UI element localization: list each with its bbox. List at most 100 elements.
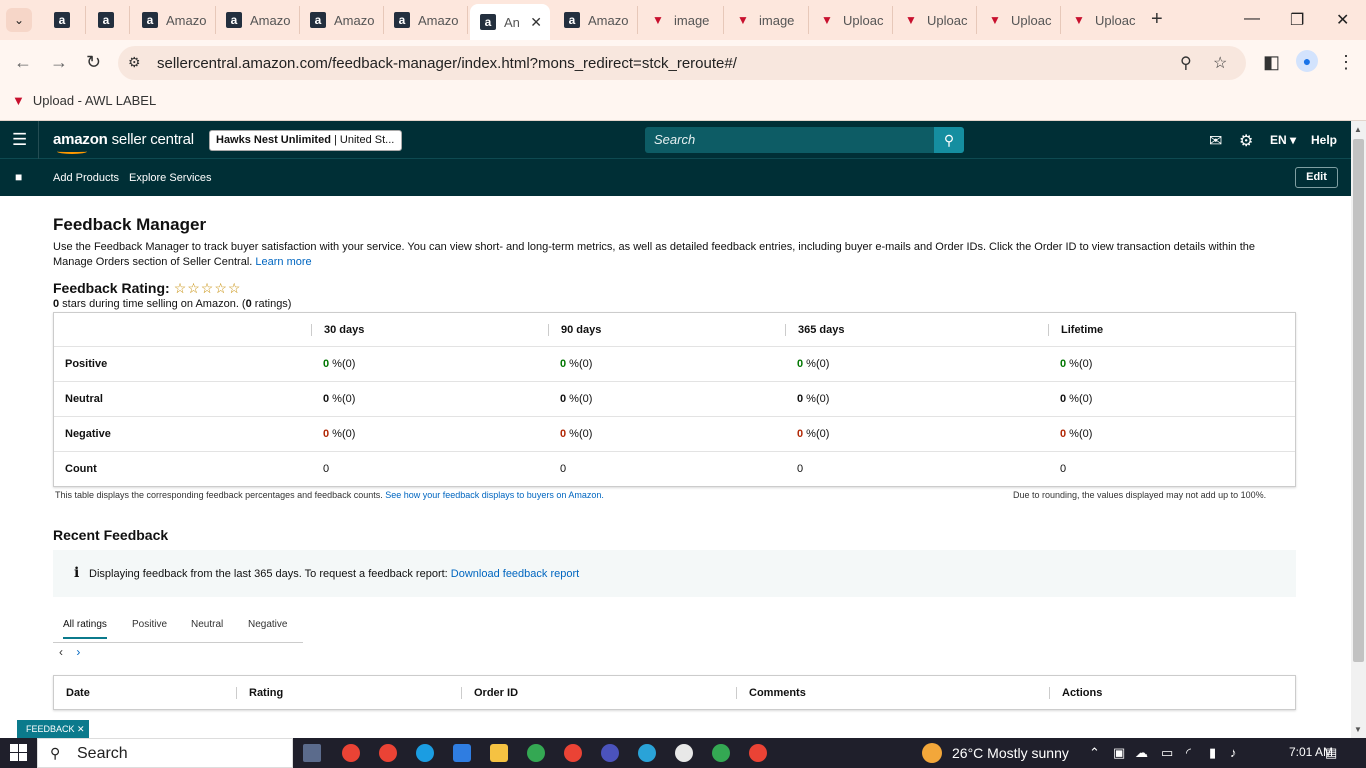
windows-start-icon[interactable] [10,744,27,761]
browser-tab[interactable]: ▼ Uploac [809,6,893,34]
column-header[interactable]: Comments [736,687,806,699]
browser-tab[interactable]: a Amazo [216,6,300,34]
search-input[interactable]: Search [645,127,934,153]
recent-feedback-table-header: Date Rating Order ID Comments Actions [53,675,1296,710]
rating-filter-tabs: All ratings Positive Neutral Negative [53,609,303,643]
table-cell: 0 %(0) [323,358,356,370]
column-header: 365 days [785,324,844,336]
profile-icon[interactable]: ● [1296,50,1318,72]
chrome-icon[interactable] [564,744,582,762]
next-page-icon[interactable]: › [76,645,80,659]
edit-button[interactable]: Edit [1295,167,1338,188]
tab-positive[interactable]: Positive [132,619,167,630]
weather-icon[interactable] [922,743,942,763]
minimize-icon[interactable]: — [1244,10,1260,28]
hamburger-menu-icon[interactable]: ☰ [12,130,27,150]
zoom-icon[interactable]: ⚲ [1180,53,1192,73]
browser-tab[interactable]: a Amazo [300,6,384,34]
browser-tab[interactable]: ▼ Uploac [977,6,1061,34]
scroll-up-icon[interactable]: ▲ [1354,125,1362,134]
browser-tab[interactable]: a Amazo [384,6,468,34]
back-icon[interactable]: ← [14,52,32,73]
tab-search-button[interactable]: ⌄ [6,8,32,32]
microphone-icon[interactable]: ▮ [1209,745,1216,761]
browser-tab-active[interactable]: a An ✕ [470,4,550,40]
browser-tab[interactable]: ▼ Uploac [1061,6,1145,34]
restore-icon[interactable]: ❐ [1290,10,1304,30]
file-explorer-icon[interactable] [490,744,508,762]
url-text[interactable]: sellercentral.amazon.com/feedback-manage… [157,55,737,72]
store-icon[interactable] [453,744,471,762]
site-info-icon[interactable]: ⚙ [128,54,141,71]
scrollbar-thumb[interactable] [1353,139,1364,662]
explore-services-link[interactable]: Explore Services [129,172,212,184]
more-menu-icon[interactable]: ⋮ [1337,52,1355,73]
taskbar: ⚲ Search 26°C Mostly sunny ⌃ ▣ ☁ ▭ ◜ ▮ ♪… [0,738,1366,768]
column-header[interactable]: Rating [236,687,283,699]
download-report-link[interactable]: Download feedback report [451,568,579,580]
chrome-icon[interactable] [342,744,360,762]
slack-icon[interactable] [675,744,693,762]
taskbar-search[interactable]: ⚲ Search [37,738,293,768]
chrome-icon[interactable] [527,744,545,762]
notifications-icon[interactable]: ▤ [1325,745,1337,761]
tab-neutral[interactable]: Neutral [191,619,223,630]
battery-icon[interactable]: ▭ [1161,745,1173,761]
column-header[interactable]: Date [54,687,90,699]
zoom-app-icon[interactable] [601,744,619,762]
new-tab-button[interactable]: + [1151,8,1163,31]
tab-all-ratings[interactable]: All ratings [63,619,107,639]
help-link[interactable]: Help [1311,133,1337,147]
column-header[interactable]: Actions [1049,687,1102,699]
browser-tab[interactable]: ▼ image [640,6,724,34]
browser-tab[interactable]: ▼ image [725,6,809,34]
weather-widget[interactable]: 26°C Mostly sunny [952,745,1069,761]
chevron-up-icon[interactable]: ⌃ [1089,745,1100,761]
browser-tab[interactable]: a Amazo [554,6,638,34]
settings-gear-icon[interactable]: ⚙ [1239,131,1253,151]
bookmark-item[interactable]: ▼ Upload - AWL LABEL [12,93,156,108]
page-scrollbar[interactable]: ▲ ▼ [1351,121,1366,738]
seller-central-logo[interactable]: amazon seller central [53,131,194,148]
meet-icon[interactable]: ▣ [1113,745,1125,761]
search-icon: ⚲ [50,745,61,761]
mail-icon[interactable]: ✉ [1209,131,1222,151]
telegram-icon[interactable] [638,744,656,762]
browser-tab[interactable]: a Amazo [132,6,216,34]
seller-central-header: ☰ amazon seller central Hawks Nest Unlim… [0,121,1351,159]
add-products-link[interactable]: Add Products [53,172,119,184]
previous-page-icon[interactable]: ‹ [59,645,63,659]
feedback-display-link[interactable]: See how your feedback displays to buyers… [385,490,604,500]
chrome-icon[interactable] [712,744,730,762]
wifi-icon[interactable]: ◜ [1186,745,1191,761]
chrome-icon[interactable] [749,744,767,762]
reload-icon[interactable]: ↻ [86,52,101,73]
star-rating-icon: ☆☆☆☆☆ [173,280,242,296]
language-selector[interactable]: EN ▾ [1270,133,1296,147]
close-tab-icon[interactable]: ✕ [530,14,542,31]
side-panel-icon[interactable]: ◧ [1263,52,1280,73]
bookmark-star-icon[interactable]: ☆ [1213,53,1227,73]
onedrive-icon[interactable]: ☁ [1135,745,1148,761]
store-selector[interactable]: Hawks Nest Unlimited | United St... [209,130,402,151]
learn-more-link[interactable]: Learn more [255,256,311,268]
column-header[interactable]: Order ID [461,687,518,699]
address-bar[interactable]: ⚙ sellercentral.amazon.com/feedback-mana… [118,46,1246,80]
tab-negative[interactable]: Negative [248,619,287,630]
task-view-icon[interactable] [303,744,321,762]
intro-text: Use the Feedback Manager to track buyer … [53,241,1255,268]
close-window-icon[interactable]: ✕ [1336,10,1349,30]
edge-icon[interactable] [416,744,434,762]
forward-icon[interactable]: → [50,52,68,73]
browser-tab[interactable]: ▼ Uploac [893,6,977,34]
recent-feedback-title: Recent Feedback [53,527,169,543]
browser-tab[interactable]: a [44,6,86,34]
row-label: Count [65,463,97,475]
bookmark-icon[interactable]: ■ [15,170,22,184]
chrome-icon[interactable] [379,744,397,762]
feedback-tag-button[interactable]: FEEDBACK ✕ [17,720,89,738]
browser-tab[interactable]: a [88,6,130,34]
search-icon[interactable]: ⚲ [934,127,964,153]
scroll-down-icon[interactable]: ▼ [1354,725,1362,734]
volume-icon[interactable]: ♪ [1230,745,1237,760]
